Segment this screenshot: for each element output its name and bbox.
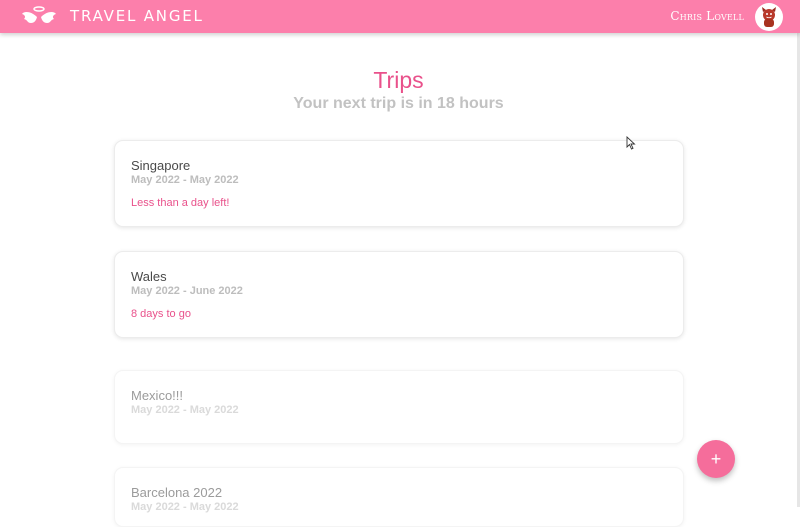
app-title[interactable]: TRAVEL ANGEL bbox=[70, 7, 204, 25]
trip-card[interactable]: Mexico!!! May 2022 - May 2022 bbox=[114, 370, 684, 444]
trip-name: Singapore bbox=[131, 158, 191, 173]
trip-dates: May 2022 - June 2022 bbox=[131, 285, 243, 297]
trip-name: Mexico!!! bbox=[131, 388, 184, 403]
trip-countdown: Less than a day left! bbox=[131, 197, 230, 209]
trip-card[interactable]: Wales May 2022 - June 2022 8 days to go bbox=[114, 251, 684, 338]
trip-dates: May 2022 - May 2022 bbox=[131, 501, 239, 513]
trip-card[interactable]: Singapore May 2022 - May 2022 Less than … bbox=[114, 140, 684, 227]
top-app-bar: TRAVEL ANGEL Chris Lovell bbox=[0, 0, 800, 33]
next-trip-subtitle: Your next trip is in 18 hours bbox=[293, 95, 504, 112]
angel-wings-icon[interactable] bbox=[21, 5, 57, 27]
trip-dates: May 2022 - May 2022 bbox=[131, 174, 239, 186]
page-title: Trips bbox=[373, 67, 424, 93]
user-name[interactable]: Chris Lovell bbox=[670, 9, 744, 23]
trip-name: Barcelona 2022 bbox=[131, 485, 223, 500]
trip-dates: May 2022 - May 2022 bbox=[131, 404, 239, 416]
add-trip-button[interactable]: + bbox=[697, 440, 735, 478]
plus-icon: + bbox=[710, 449, 722, 469]
devil-avatar-icon[interactable] bbox=[755, 3, 783, 31]
mouse-pointer-icon bbox=[626, 135, 636, 150]
trip-countdown: 8 days to go bbox=[131, 308, 191, 320]
trip-card[interactable]: Barcelona 2022 May 2022 - May 2022 bbox=[114, 467, 684, 527]
trip-name: Wales bbox=[131, 269, 167, 284]
